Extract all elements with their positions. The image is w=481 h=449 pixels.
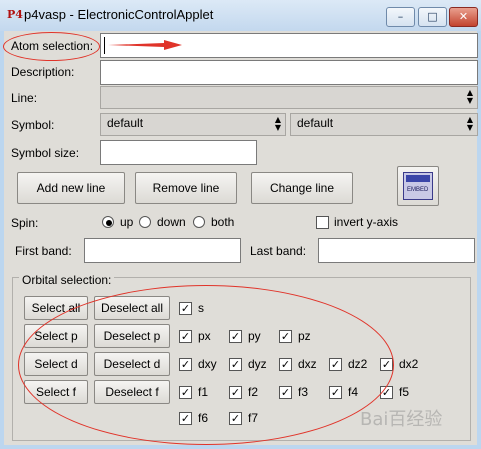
- description-label: Description:: [11, 65, 75, 79]
- description-input[interactable]: [100, 60, 478, 85]
- line-select[interactable]: ▲ ▼: [100, 86, 478, 109]
- embed-button[interactable]: EMBED: [397, 166, 439, 206]
- embed-icon: EMBED: [403, 172, 433, 200]
- line-label: Line:: [11, 91, 38, 105]
- embed-icon-text: EMBED: [407, 187, 429, 193]
- last-band-input[interactable]: [318, 238, 475, 263]
- spin-down-radio[interactable]: [139, 216, 151, 228]
- spin-arrows-icon: ▲ ▼: [466, 88, 474, 105]
- maximize-button[interactable]: □: [418, 7, 447, 27]
- symbol-select-value: default: [107, 116, 144, 130]
- first-band-input[interactable]: [84, 238, 241, 263]
- symbol-style-select[interactable]: default ▲ ▼: [290, 113, 478, 136]
- symbol-label: Symbol:: [11, 118, 55, 132]
- symbol-size-label: Symbol size:: [11, 146, 80, 160]
- invert-y-axis-label: invert y-axis: [334, 215, 399, 229]
- annotation-ellipse: [18, 285, 394, 445]
- minimize-button[interactable]: –: [386, 7, 415, 27]
- spin-up-radio[interactable]: [102, 216, 114, 228]
- window-title: p4vasp - ElectronicControlApplet: [24, 7, 214, 22]
- symbol-style-select-value: default: [297, 116, 334, 130]
- symbol-select[interactable]: default ▲ ▼: [100, 113, 286, 136]
- spin-arrows-icon: ▲ ▼: [466, 115, 474, 132]
- spin-both-radio[interactable]: [193, 216, 205, 228]
- watermark: Bai百经验: [360, 409, 443, 430]
- change-line-button[interactable]: Change line: [251, 172, 353, 204]
- orbital-dx2-label: dx2: [399, 357, 419, 371]
- remove-line-button[interactable]: Remove line: [135, 172, 237, 204]
- close-button[interactable]: ✕: [449, 7, 478, 27]
- symbol-size-input[interactable]: [100, 140, 257, 165]
- annotation-arrow-icon: [108, 40, 182, 50]
- orbital-f5-label: f5: [399, 385, 410, 399]
- invert-y-axis-checkbox[interactable]: [316, 216, 329, 229]
- text-caret: [104, 37, 105, 54]
- title-bar[interactable]: P4 p4vasp - ElectronicControlApplet – □ …: [0, 0, 481, 31]
- orbital-selection-legend: Orbital selection:: [19, 273, 115, 287]
- spin-both-label: both: [211, 215, 235, 229]
- spin-down-label: down: [157, 215, 186, 229]
- spin-up-label: up: [120, 215, 134, 229]
- last-band-label: Last band:: [250, 244, 307, 258]
- add-new-line-button[interactable]: Add new line: [17, 172, 125, 204]
- app-icon: P4: [7, 8, 23, 21]
- spin-label: Spin:: [11, 216, 39, 230]
- first-band-label: First band:: [15, 244, 72, 258]
- spin-arrows-icon: ▲ ▼: [274, 115, 282, 132]
- annotation-ellipse: [3, 32, 100, 61]
